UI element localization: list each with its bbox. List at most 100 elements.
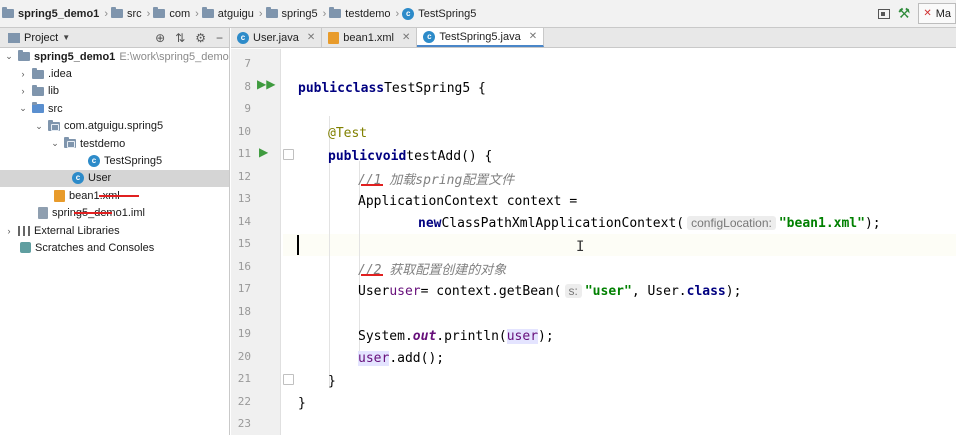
breadcrumb-atguigu[interactable]: atguigu bbox=[201, 7, 254, 20]
code-line-20: user .add(); bbox=[358, 350, 445, 366]
folder-icon bbox=[201, 7, 214, 18]
breadcrumb-separator: › bbox=[195, 7, 199, 20]
iml-file-icon bbox=[38, 207, 48, 220]
red-underline-mark bbox=[361, 274, 383, 276]
line-number: 21 bbox=[237, 372, 251, 385]
breadcrumb-spring5[interactable]: spring5 bbox=[265, 7, 318, 20]
tree-item-testspring5[interactable]: c TestSpring5 bbox=[0, 152, 229, 169]
line-number: 7 bbox=[244, 57, 251, 70]
tree-item-external-libraries[interactable]: › External Libraries bbox=[0, 222, 229, 239]
tree-item-scratches[interactable]: Scratches and Consoles bbox=[0, 239, 229, 256]
code-line-13: ApplicationContext context = bbox=[358, 193, 578, 209]
collapse-all-icon[interactable]: ⇅ bbox=[175, 31, 185, 45]
tree-item-spring5-demo1[interactable]: ⌄ spring5_demo1 E:\work\spring5_demo bbox=[0, 48, 229, 65]
breadcrumb-com[interactable]: com bbox=[153, 7, 190, 20]
project-view-selector[interactable]: Project bbox=[24, 32, 58, 44]
source-folder-icon bbox=[32, 102, 44, 114]
editor-gutter[interactable]: 7 8 9 10 11 12 13 14 15 16 17 18 19 20 2… bbox=[231, 49, 281, 435]
folder-icon bbox=[32, 67, 44, 79]
breadcrumb-separator: › bbox=[322, 7, 327, 20]
chevron-right-icon[interactable]: › bbox=[18, 69, 28, 79]
project-view-icon bbox=[8, 32, 20, 43]
tree-item-user[interactable]: c User bbox=[0, 169, 229, 188]
xml-file-icon bbox=[54, 189, 65, 202]
line-number: 23 bbox=[237, 417, 251, 430]
project-tree: ⌄ spring5_demo1 E:\work\spring5_demo › .… bbox=[0, 48, 229, 257]
tab-testspring5-java[interactable]: c TestSpring5.java ✕ bbox=[417, 28, 545, 47]
locate-target-icon[interactable]: ⊕ bbox=[155, 31, 165, 45]
code-line-10: @Test bbox=[328, 125, 368, 141]
parameter-hint: configLocation: bbox=[687, 216, 776, 230]
breadcrumb-separator: › bbox=[146, 7, 151, 20]
folder-icon bbox=[32, 84, 44, 96]
line-number: 9 bbox=[244, 102, 251, 115]
line-number: 8 bbox=[244, 80, 251, 93]
class-icon: c bbox=[402, 7, 415, 20]
project-tool-window: Project ▼ ⊕ ⇅ ⚙ − ⌄ spring5_demo1 E:\wor… bbox=[0, 28, 230, 435]
code-editor[interactable]: public class TestSpring5 { @Test public … bbox=[283, 49, 956, 435]
folder-icon bbox=[329, 7, 342, 18]
breadcrumb-src[interactable]: src bbox=[110, 7, 142, 20]
navigation-bar: spring5_demo1 › src › com › atguigu › sp… bbox=[0, 0, 956, 28]
class-icon: c bbox=[423, 30, 436, 43]
chevron-down-icon[interactable]: ▼ bbox=[62, 33, 70, 42]
gear-icon[interactable]: ⚙ bbox=[195, 31, 206, 45]
line-number: 13 bbox=[237, 192, 251, 205]
tree-item-iml[interactable]: spring5_demo1.iml bbox=[0, 205, 229, 222]
red-underline-mark bbox=[74, 212, 112, 214]
tree-item-testdemo[interactable]: ⌄ testdemo bbox=[0, 135, 229, 152]
project-panel-tools: ⊕ ⇅ ⚙ − bbox=[155, 31, 223, 45]
run-configuration-selector[interactable]: ✕ Ma bbox=[918, 3, 956, 24]
tree-item-idea[interactable]: › .idea bbox=[0, 65, 229, 82]
run-test-icon[interactable]: ▶ bbox=[259, 145, 268, 159]
tab-bean1-xml[interactable]: bean1.xml ✕ bbox=[322, 28, 418, 47]
class-icon: c bbox=[237, 31, 249, 44]
xml-file-icon bbox=[328, 31, 340, 44]
line-number: 12 bbox=[237, 170, 251, 183]
package-icon bbox=[64, 137, 76, 149]
code-line-8: public class TestSpring5 { bbox=[298, 80, 486, 96]
chevron-down-icon[interactable]: ⌄ bbox=[4, 51, 14, 62]
breadcrumb-module[interactable]: spring5_demo1 bbox=[2, 7, 99, 20]
code-line-21: } bbox=[328, 373, 336, 389]
text-caret bbox=[297, 235, 299, 255]
build-hammer-icon[interactable]: ⚒ bbox=[898, 5, 911, 22]
chevron-down-icon[interactable]: ⌄ bbox=[50, 138, 60, 149]
breadcrumb-separator: › bbox=[395, 7, 400, 20]
close-icon[interactable]: ✕ bbox=[402, 32, 410, 43]
code-line-14: new ClassPathXmlApplicationContext(confi… bbox=[418, 215, 881, 231]
line-number: 20 bbox=[237, 350, 251, 363]
tree-item-src[interactable]: ⌄ src bbox=[0, 100, 229, 117]
toolbar-right: ⚒ ✕ Ma bbox=[877, 3, 956, 24]
hide-icon[interactable]: − bbox=[216, 31, 223, 45]
tab-user-java[interactable]: c User.java ✕ bbox=[231, 28, 323, 47]
breadcrumb-class[interactable]: c TestSpring5 bbox=[402, 7, 476, 20]
line-number: 14 bbox=[237, 215, 251, 228]
line-number: 16 bbox=[237, 260, 251, 273]
close-icon[interactable]: ✕ bbox=[307, 32, 315, 43]
editor-tab-bar: c User.java ✕ bean1.xml ✕ c TestSpring5.… bbox=[231, 28, 956, 48]
folder-icon bbox=[153, 7, 166, 18]
breadcrumb-separator: › bbox=[104, 7, 108, 20]
line-number: 11 bbox=[237, 147, 251, 160]
line-number: 18 bbox=[237, 305, 251, 318]
chevron-down-icon[interactable]: ⌄ bbox=[34, 121, 44, 132]
line-number: 10 bbox=[237, 125, 251, 138]
breadcrumb-testdemo[interactable]: testdemo bbox=[329, 7, 391, 20]
tree-item-lib[interactable]: › lib bbox=[0, 83, 229, 100]
chevron-down-icon[interactable]: ⌄ bbox=[18, 103, 28, 114]
run-class-icon[interactable]: ▶▶ bbox=[257, 77, 275, 91]
code-line-19: System. out .println(user); bbox=[358, 328, 554, 344]
code-line-22: } bbox=[298, 395, 306, 411]
line-number: 19 bbox=[237, 327, 251, 340]
chevron-right-icon[interactable]: › bbox=[18, 86, 28, 96]
red-underline-mark bbox=[361, 184, 383, 186]
project-panel-header: Project ▼ ⊕ ⇅ ⚙ − bbox=[0, 28, 229, 48]
close-icon[interactable]: ✕ bbox=[529, 31, 537, 42]
code-line-11: public void testAdd() { bbox=[328, 148, 493, 164]
folder-icon bbox=[265, 7, 278, 18]
tree-item-package[interactable]: ⌄ com.atguigu.spring5 bbox=[0, 118, 229, 135]
code-line-17: User user = context.getBean(s: "user", Us… bbox=[358, 283, 742, 299]
chevron-right-icon[interactable]: › bbox=[4, 226, 14, 236]
layout-icon[interactable] bbox=[877, 8, 890, 19]
